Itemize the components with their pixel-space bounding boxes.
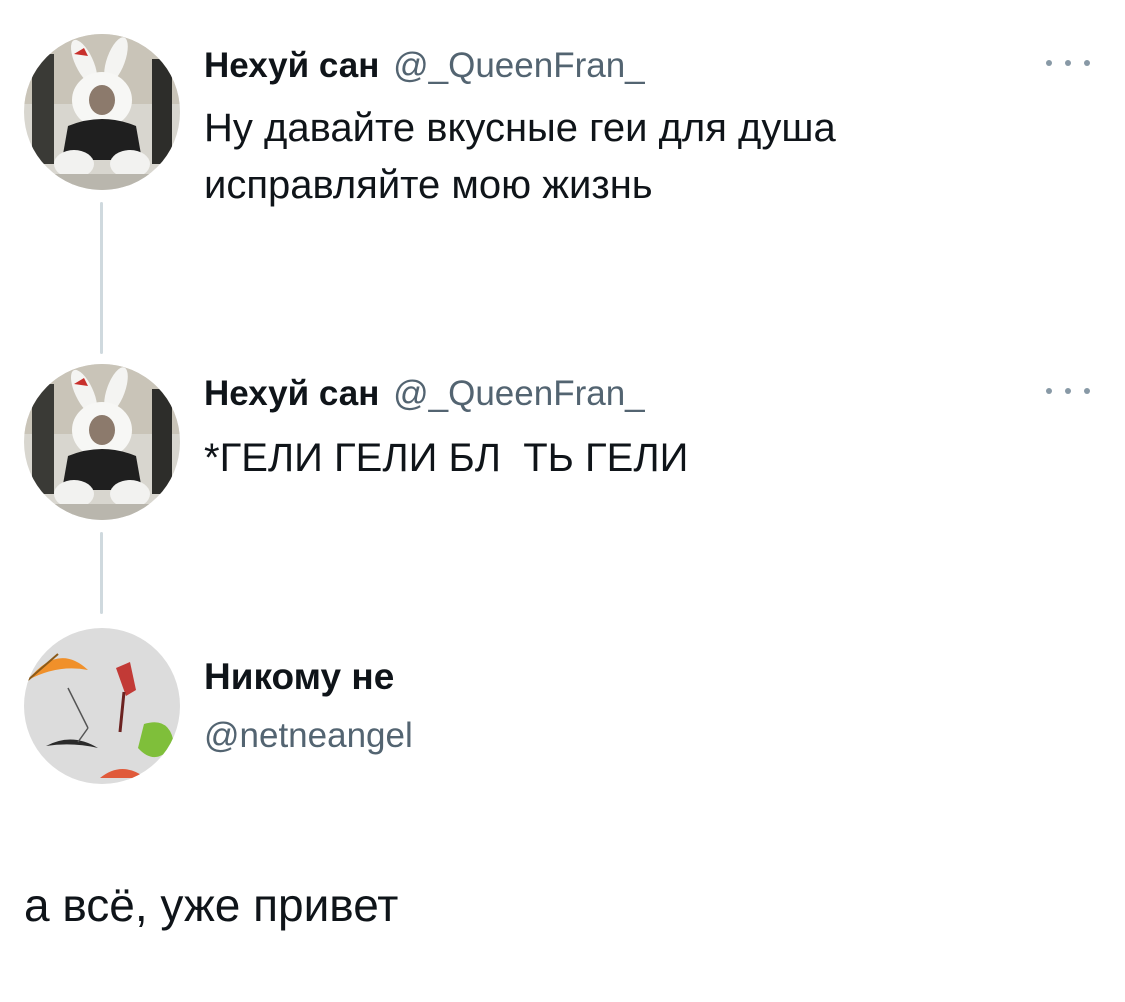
reply-text: а всё, уже привет <box>24 879 399 931</box>
tweet-1-header: Нехуй сан @_QueenFran_ <box>204 46 645 86</box>
reply-author-name[interactable]: Никому не <box>204 656 394 698</box>
tweet-2-display-name[interactable]: Нехуй сан <box>204 374 379 413</box>
thread-connector-line-2 <box>100 532 103 614</box>
bunny-costume-avatar-icon <box>24 34 180 190</box>
thread-connector-line <box>100 202 103 354</box>
tweet-1-display-name[interactable]: Нехуй сан <box>204 46 379 85</box>
bunny-costume-avatar-icon <box>24 364 180 520</box>
tweet-2-header: Нехуй сан @_QueenFran_ <box>204 374 645 414</box>
reply-author-handle[interactable]: @netneangel <box>204 716 413 756</box>
tweet-2-text: *ГЕЛИ ГЕЛИ БЛ ТЬ ГЕЛИ <box>204 436 689 480</box>
tweet-1-handle[interactable]: @_QueenFran_ <box>393 46 645 85</box>
tweet-1-more-icon[interactable] <box>1046 56 1090 70</box>
tweet-2-more-icon[interactable] <box>1046 384 1090 398</box>
umbrellas-avatar-icon <box>24 628 180 784</box>
tweet-2-avatar[interactable] <box>24 364 180 520</box>
reply-avatar[interactable] <box>24 628 180 784</box>
tweet-1-text: Ну давайте вкусные геи для душа исправля… <box>204 106 836 207</box>
tweet-1-avatar[interactable] <box>24 34 180 190</box>
tweet-2-handle[interactable]: @_QueenFran_ <box>393 374 645 413</box>
